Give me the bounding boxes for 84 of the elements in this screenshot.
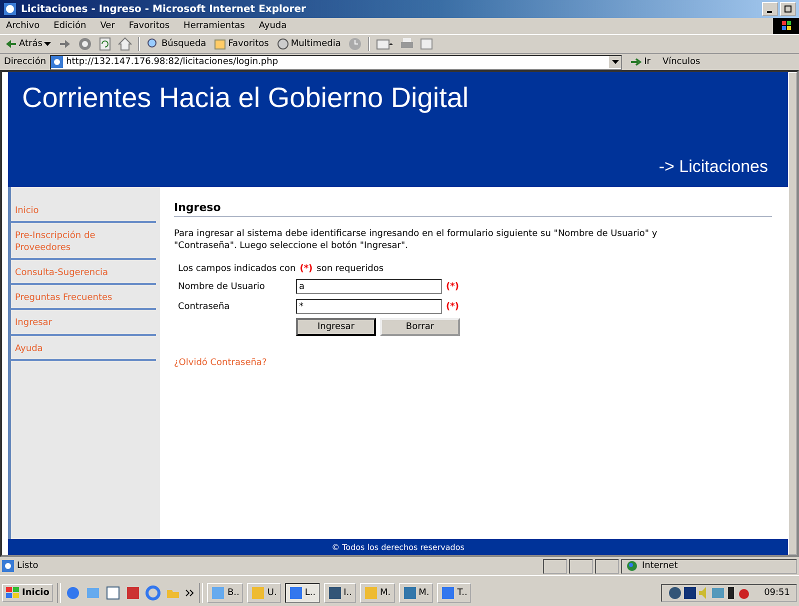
app-icon: [328, 586, 342, 600]
required-note: son requeridos: [316, 264, 384, 274]
media-button[interactable]: Multimedia: [276, 37, 342, 51]
required-note: Los campos indicados con: [178, 264, 296, 274]
app-icon: [211, 586, 226, 600]
zone-indicator: Internet: [621, 558, 797, 574]
arrow-icon: [630, 57, 642, 67]
windows-logo-icon: [6, 586, 20, 598]
document-icon[interactable]: [105, 584, 122, 600]
menu-item[interactable]: Ver: [100, 21, 115, 31]
status-panel: [543, 558, 567, 574]
site-title: Corrientes Hacia el Gobierno Digital: [22, 82, 470, 114]
search-icon: [147, 38, 160, 50]
menu-item[interactable]: Herramientas: [184, 21, 245, 31]
copyright-text: © Todos los derechos reservados: [332, 542, 464, 552]
input-field[interactable]: a: [296, 279, 442, 294]
taskbar-button[interactable]: L..: [284, 582, 320, 602]
ring-icon[interactable]: [145, 584, 162, 600]
field-label: Nombre de Usuario: [178, 282, 266, 292]
page-icon: [2, 560, 14, 572]
caret-icon: [44, 42, 52, 46]
refresh-icon[interactable]: [98, 37, 112, 51]
start-button[interactable]: Inicio: [2, 584, 54, 602]
links-button[interactable]: Vínculos: [658, 57, 704, 67]
app-icon: [441, 586, 456, 600]
menu-item[interactable]: Ayuda: [258, 21, 287, 31]
taskbar-button[interactable]: B..: [207, 582, 244, 602]
taskbar-button[interactable]: U.: [247, 582, 281, 602]
globe-icon: [3, 2, 17, 16]
search-button[interactable]: Búsqueda: [146, 37, 208, 51]
home-icon[interactable]: [118, 37, 132, 51]
field-label: Contraseña: [178, 302, 231, 312]
input-field[interactable]: *: [296, 299, 442, 314]
history-icon[interactable]: [348, 37, 362, 51]
caret-icon: [612, 60, 619, 64]
taskbar-button[interactable]: M.: [398, 582, 434, 602]
back-arrow-icon: [5, 39, 17, 49]
required-mark: (*): [300, 264, 313, 274]
menu-item[interactable]: Archivo: [6, 21, 40, 31]
disc-icon: [276, 38, 289, 50]
printer-icon[interactable]: [400, 37, 414, 51]
status-panel: [595, 558, 619, 574]
taskbar-button[interactable]: M.: [360, 582, 395, 602]
scrollbar[interactable]: [788, 72, 797, 555]
edit-icon[interactable]: [420, 37, 434, 51]
status-panel: [569, 558, 593, 574]
maximize-button[interactable]: [780, 2, 796, 16]
globe-icon: [626, 560, 638, 572]
address-field[interactable]: http://132.147.176.98:82/licitaciones/login.php: [50, 54, 622, 70]
menu-item[interactable]: Edición: [54, 21, 86, 31]
folder-icon: [214, 38, 226, 50]
chevron-icon[interactable]: [185, 588, 196, 598]
dropdown-button[interactable]: [609, 56, 622, 68]
stop-icon[interactable]: [78, 37, 92, 51]
mail-icon[interactable]: [376, 37, 394, 51]
app-icon[interactable]: [125, 584, 142, 600]
reset-button[interactable]: Borrar: [380, 318, 460, 336]
submit-button[interactable]: Ingresar: [296, 318, 376, 336]
browser-icon[interactable]: [65, 584, 82, 600]
maximize-icon: [784, 5, 792, 13]
app-icon: [288, 586, 303, 600]
page-icon: [51, 56, 64, 68]
minimize-button[interactable]: [762, 2, 778, 16]
app-icon: [251, 586, 266, 600]
section-heading: Ingreso: [174, 201, 772, 217]
app-icon: [402, 586, 417, 600]
address-label: Dirección: [4, 57, 46, 67]
required-mark: (*): [446, 302, 459, 312]
taskbar-button[interactable]: T..: [437, 582, 472, 602]
favorites-button[interactable]: Favoritos: [213, 37, 270, 51]
menu-item[interactable]: Favoritos: [128, 21, 170, 31]
forward-arrow-icon: [59, 39, 72, 49]
clock: 09:51: [764, 588, 790, 598]
intro-text: Para ingresar al sistema debe identificarse ingresando en el formulario siguiente su "Nombre de Usuario" y "Contraseña". Luego seleccione el botón "Ingresar".: [174, 229, 658, 252]
required-mark: (*): [446, 282, 459, 292]
windows-logo-icon: [773, 18, 799, 34]
window-title: Licitaciones - Ingreso - Microsoft Internet Explorer: [21, 4, 306, 14]
section-title: -> Licitaciones: [658, 157, 768, 177]
back-button[interactable]: Atrás: [4, 38, 52, 50]
go-button[interactable]: Ir: [626, 57, 654, 67]
status-text: Listo: [17, 561, 38, 571]
app-icon: [364, 586, 378, 600]
forward-button[interactable]: [58, 38, 72, 50]
taskbar-button[interactable]: I..: [324, 582, 356, 602]
